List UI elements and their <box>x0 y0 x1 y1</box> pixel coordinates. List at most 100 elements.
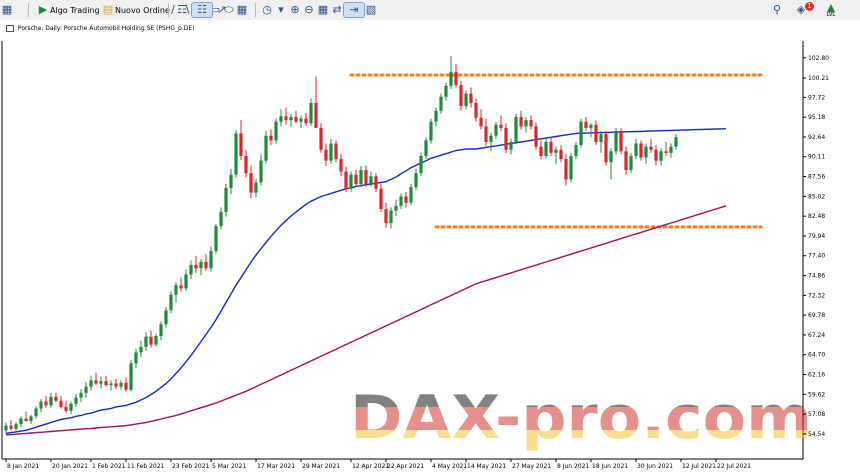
candle-up <box>144 336 148 347</box>
candle-up <box>429 121 433 141</box>
y-tick-label: 82.48 <box>808 213 825 220</box>
candle-up <box>209 251 213 269</box>
y-tick-label: 85.02 <box>808 193 825 200</box>
timeframe-clock-icon[interactable]: ◷ <box>260 3 274 17</box>
indicator-icon[interactable]: ▦ <box>232 3 252 17</box>
candle-up <box>74 397 78 404</box>
candle-down <box>479 117 483 127</box>
candle-up <box>409 187 413 203</box>
candle-down <box>104 381 108 386</box>
candle-up <box>589 124 593 128</box>
scroll-chart-icon[interactable]: ⇄ <box>330 3 344 17</box>
y-tick-label: 77.40 <box>808 253 825 260</box>
zoom-out-icon[interactable]: ⊖ <box>302 3 316 17</box>
chart-title-text: Porsche, Daily: Porsche Automobil Holdin… <box>17 25 195 32</box>
candle-down <box>469 93 473 103</box>
candle-down <box>404 196 408 203</box>
chart-title: Porsche, Daily: Porsche Automobil Holdin… <box>6 25 194 32</box>
candle-down <box>149 336 153 345</box>
candle-up <box>219 212 223 227</box>
bar-chart-icon[interactable]: ☶ <box>172 3 192 17</box>
candle-up <box>159 324 163 337</box>
y-tick-label: 79.94 <box>808 233 825 240</box>
candle-up <box>229 174 233 188</box>
signal-icon: ▲ <box>826 0 836 14</box>
notification-icon[interactable]: ◈ 1 <box>794 2 814 17</box>
candle-up <box>49 396 53 406</box>
candle-down <box>539 146 543 156</box>
x-tick-label: 11 Feb 2021 <box>127 463 165 470</box>
candle-up <box>439 96 443 111</box>
candle-up <box>84 386 88 393</box>
zoom-in-icon[interactable]: ⊕ <box>288 3 302 17</box>
x-tick-label: 23 Feb 2021 <box>172 463 210 470</box>
new-order-button[interactable]: ▤ Nuovo Ordine <box>98 2 173 18</box>
chart-icon[interactable]: ▦ <box>0 3 14 17</box>
candle-up <box>644 146 648 158</box>
candle-down <box>474 102 478 118</box>
candle-up <box>419 155 423 174</box>
candlestick-icon[interactable]: ☷ <box>191 2 213 18</box>
candle-up <box>164 310 168 325</box>
algo-trading-button[interactable]: ▶ Algo Trading <box>33 2 103 18</box>
toolbar-separator <box>28 3 29 17</box>
toolbar-left-icons: ▦ <box>0 2 14 18</box>
candle-up <box>19 418 23 425</box>
candle-up <box>569 155 573 180</box>
candle-down <box>594 124 598 142</box>
candle-up <box>599 134 603 142</box>
chevron-down-icon[interactable]: ▾ <box>274 3 288 17</box>
y-tick-label: 87.56 <box>808 174 825 181</box>
candle-up <box>369 176 373 185</box>
x-tick-label: 12 Jul 2021 <box>682 463 716 470</box>
candle-down <box>384 208 388 224</box>
candle-up <box>139 346 143 353</box>
toolbar-right: ⚲ ◈ 1 ▲ LVL <box>770 2 838 18</box>
template-icon[interactable]: ▧ <box>364 3 378 17</box>
chart-shift-icon[interactable]: ⇥ <box>343 2 365 18</box>
candle-down <box>249 173 253 193</box>
candle-down <box>344 171 348 189</box>
y-tick-label: 67.24 <box>808 332 825 339</box>
candle-up <box>119 382 123 387</box>
y-tick-label: 102.80 <box>808 55 829 62</box>
x-tick-label: 14 May 2021 <box>467 463 506 470</box>
candle-up <box>169 294 173 311</box>
candle-up <box>669 146 673 153</box>
y-tick-label: 74.86 <box>808 273 825 280</box>
candle-down <box>194 265 198 269</box>
candle-up <box>189 265 193 275</box>
y-tick-label: 64.70 <box>808 352 825 359</box>
x-tick-label: 30 Jun 2021 <box>637 463 673 470</box>
candle-up <box>39 401 43 409</box>
y-tick-label: 97.72 <box>808 94 825 101</box>
candle-up <box>154 336 158 345</box>
candle-up <box>359 170 363 185</box>
notification-badge: 1 <box>805 2 814 11</box>
x-tick-label: 20 Jan 2021 <box>52 463 88 470</box>
y-tick-label: 57.08 <box>808 411 825 418</box>
line-chart-icon[interactable]: ↗ <box>212 3 232 17</box>
candle-up <box>34 408 38 417</box>
candle-down <box>324 149 328 161</box>
candle-down <box>294 117 298 122</box>
candle-down <box>319 127 323 150</box>
candle-down <box>64 406 68 411</box>
candle-up <box>289 117 293 121</box>
new-order-label: Nuovo Ordine <box>115 5 170 15</box>
candle-up <box>634 143 638 156</box>
tile-windows-icon[interactable]: ▦ <box>316 3 330 17</box>
candle-down <box>334 143 338 160</box>
candle-down <box>379 188 383 209</box>
level-indicator[interactable]: ▲ LVL <box>824 0 838 18</box>
candle-up <box>444 85 448 97</box>
price-chart[interactable]: DAX-pro.com 102.80 100.21 97.72 95.18 92.64 9… <box>0 40 860 473</box>
candle-down <box>364 170 368 185</box>
x-tick-label: 8 Jun 2021 <box>557 463 589 470</box>
candle-down <box>179 285 183 289</box>
algo-trading-icon: ▶ <box>38 3 48 16</box>
search-icon[interactable]: ⚲ <box>770 3 784 17</box>
x-tick-label: 5 Mar 2021 <box>212 463 246 470</box>
candle-down <box>354 174 358 185</box>
candle-up <box>329 143 333 161</box>
